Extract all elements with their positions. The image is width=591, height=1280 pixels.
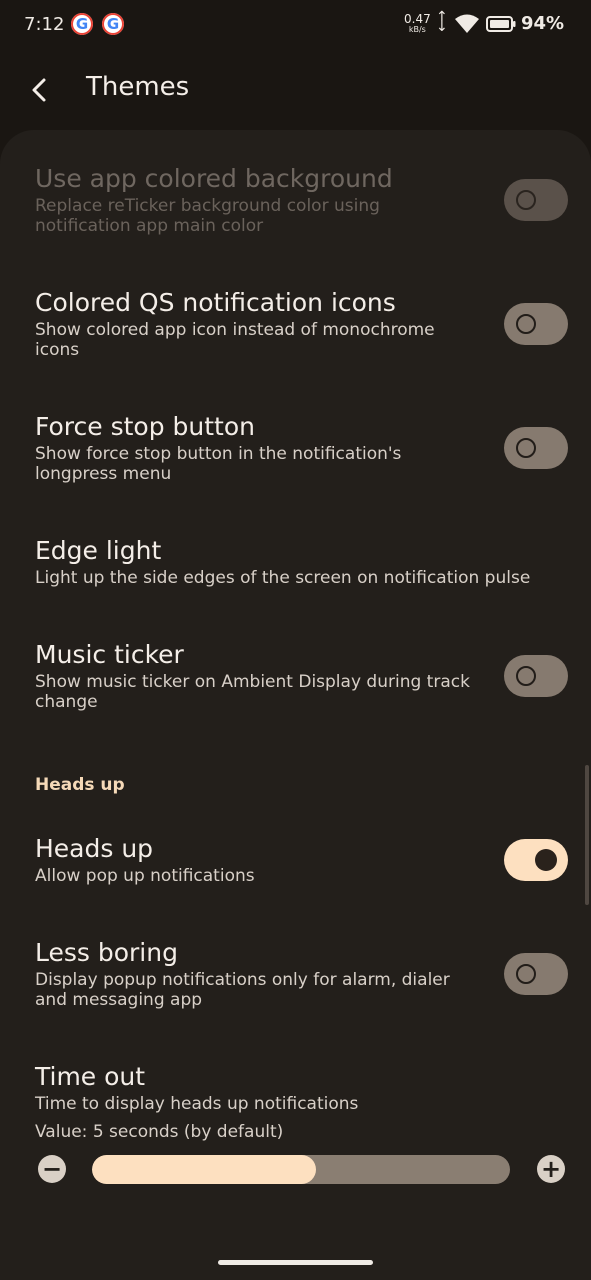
setting-title: Force stop button: [35, 412, 255, 441]
heads-up-switch[interactable]: [504, 839, 568, 881]
app-bar: Themes: [0, 52, 591, 128]
switch-knob: [516, 190, 536, 210]
switch-knob: [516, 666, 536, 686]
decrease-button[interactable]: −: [38, 1155, 66, 1183]
battery-icon: [486, 16, 516, 32]
switch-knob: [535, 849, 557, 871]
switch-knob: [516, 314, 536, 334]
music-ticker-switch[interactable]: [504, 655, 568, 697]
slider-fill: [92, 1155, 316, 1184]
setting-title: Colored QS notification icons: [35, 288, 396, 317]
setting-summary: Display popup notifications only for ala…: [35, 970, 450, 1010]
setting-summary: Show music ticker on Ambient Display dur…: [35, 672, 470, 712]
colored-qs-icons-switch[interactable]: [504, 303, 568, 345]
setting-title: Time out: [35, 1062, 146, 1091]
page-title: Themes: [86, 72, 190, 102]
scrollbar[interactable]: [585, 765, 589, 905]
less-boring-switch[interactable]: [504, 953, 568, 995]
settings-list[interactable]: Use app colored background Replace reTic…: [0, 130, 591, 1280]
switch-knob: [516, 964, 536, 984]
setting-summary: Show colored app icon instead of monochr…: [35, 320, 435, 360]
back-button[interactable]: [24, 74, 56, 106]
time-out-slider[interactable]: [92, 1155, 510, 1184]
setting-use-app-colored-background[interactable]: Use app colored background Replace reTic…: [35, 164, 555, 236]
section-header-heads-up: Heads up: [35, 775, 125, 795]
setting-colored-qs-icons[interactable]: Colored QS notification icons Show color…: [35, 288, 555, 360]
home-indicator[interactable]: [218, 1260, 373, 1265]
setting-time-out: Time out Time to display heads up notifi…: [35, 1062, 555, 1142]
back-arrow-icon: [32, 78, 46, 102]
setting-title: Less boring: [35, 938, 178, 967]
setting-summary: Time to display heads up notifications: [35, 1094, 359, 1114]
setting-music-ticker[interactable]: Music ticker Show music ticker on Ambien…: [35, 640, 555, 712]
setting-summary: Show force stop button in the notificati…: [35, 444, 402, 484]
status-bar: 7:12 G G 0.47 kB/s ↑ ↓ 94%: [0, 0, 591, 52]
google-notification-icon: G: [71, 13, 93, 35]
increase-button[interactable]: +: [537, 1155, 565, 1183]
setting-summary: Allow pop up notifications: [35, 866, 255, 886]
data-activity-icon: ↑ ↓: [436, 9, 448, 35]
setting-summary: Replace reTicker background color using …: [35, 196, 380, 236]
setting-title: Edge light: [35, 536, 162, 565]
switch-knob: [516, 438, 536, 458]
network-speed-value: 0.47: [404, 12, 431, 26]
use-app-colored-background-switch[interactable]: [504, 179, 568, 221]
setting-summary: Light up the side edges of the screen on…: [35, 568, 531, 588]
setting-title: Use app colored background: [35, 164, 393, 193]
force-stop-button-switch[interactable]: [504, 427, 568, 469]
network-speed: 0.47 kB/s: [404, 13, 431, 34]
setting-heads-up[interactable]: Heads up Allow pop up notifications: [35, 834, 555, 886]
setting-less-boring[interactable]: Less boring Display popup notifications …: [35, 938, 555, 1010]
status-time: 7:12: [24, 14, 65, 35]
setting-edge-light[interactable]: Edge light Light up the side edges of th…: [35, 536, 555, 588]
setting-force-stop-button[interactable]: Force stop button Show force stop button…: [35, 412, 555, 484]
setting-title: Heads up: [35, 834, 154, 863]
wifi-icon: [455, 14, 479, 33]
slider-value-text: Value: 5 seconds (by default): [35, 1122, 284, 1142]
network-speed-unit: kB/s: [408, 25, 426, 34]
battery-percent: 94%: [521, 13, 565, 34]
setting-title: Music ticker: [35, 640, 184, 669]
google-notification-icon: G: [102, 13, 124, 35]
